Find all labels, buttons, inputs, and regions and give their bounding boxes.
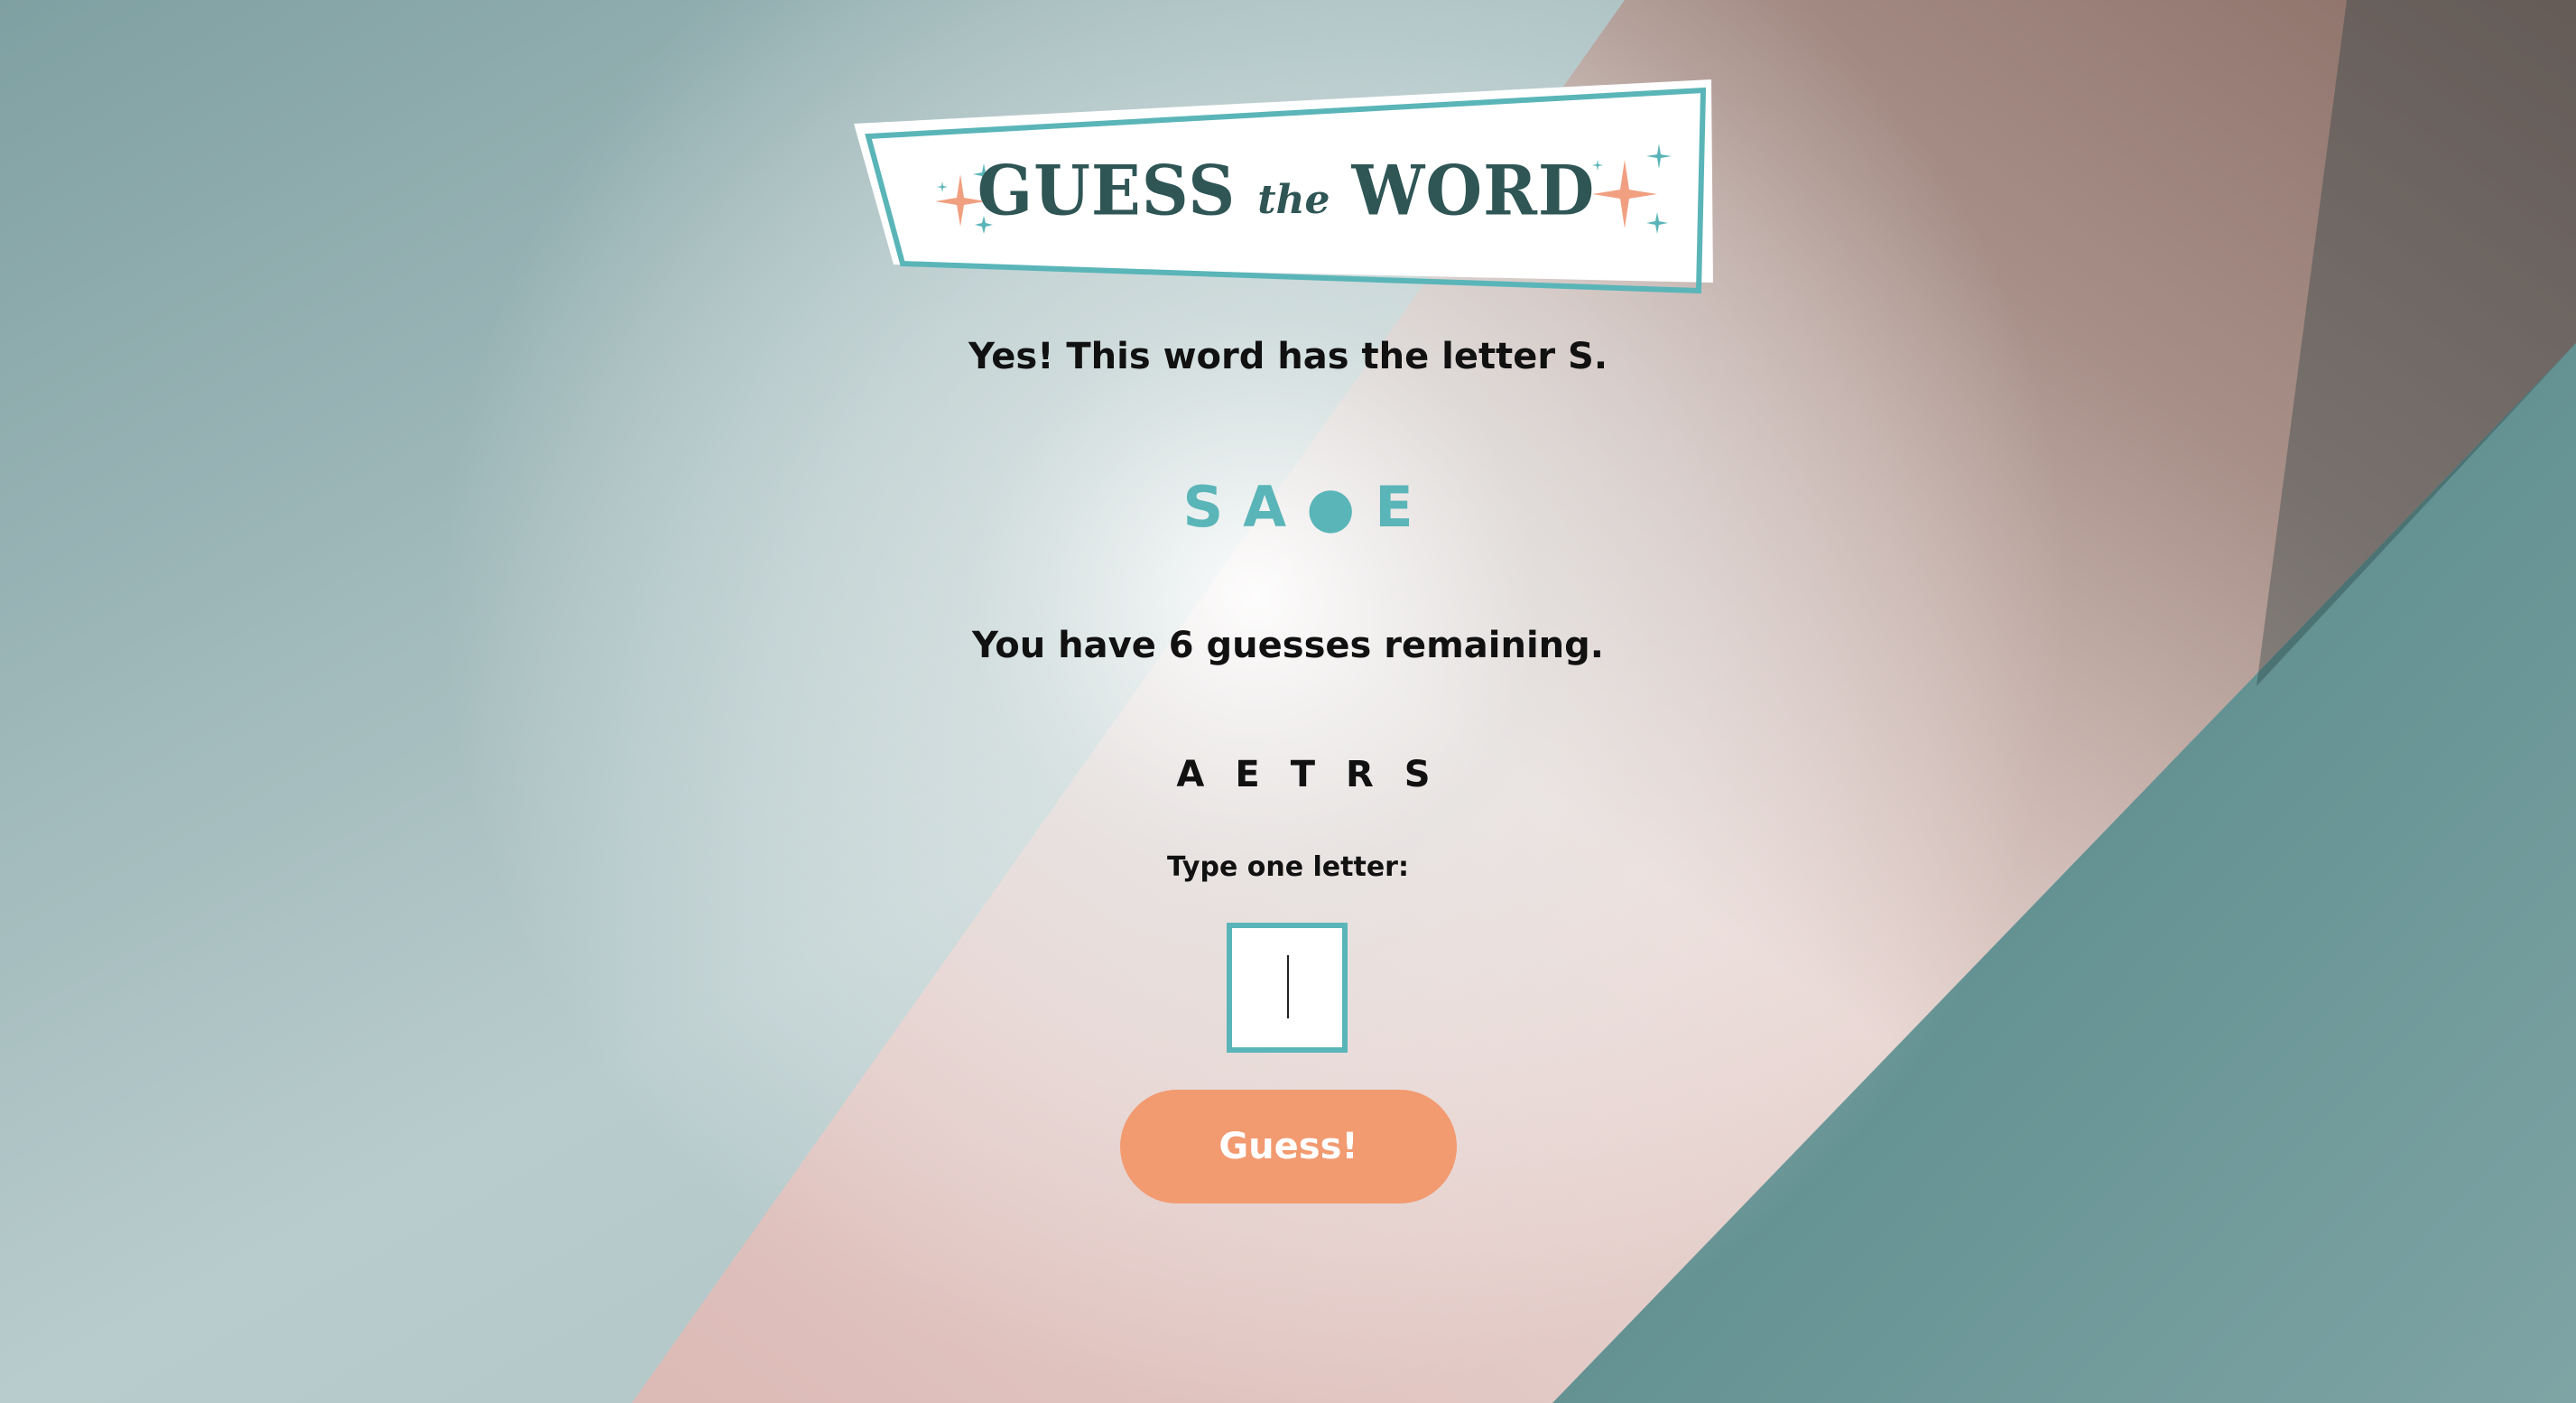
guessed-letters-list: AETRS — [1176, 754, 1461, 795]
text-caret — [1287, 955, 1289, 1018]
title-guess: GUESS — [977, 149, 1237, 231]
guess-button[interactable]: Guess! — [1120, 1090, 1457, 1203]
title-word: WORD — [1351, 149, 1596, 231]
game-title: GUESS the WORD — [848, 149, 1724, 231]
letter-input-label: Type one letter: — [1167, 851, 1409, 883]
word-in-progress: SA●E — [1182, 474, 1433, 540]
guess-feedback-message: Yes! This word has the letter S. — [968, 336, 1608, 377]
remaining-guesses: You have 6 guesses remaining. — [972, 625, 1604, 666]
title-the: the — [1257, 177, 1330, 223]
